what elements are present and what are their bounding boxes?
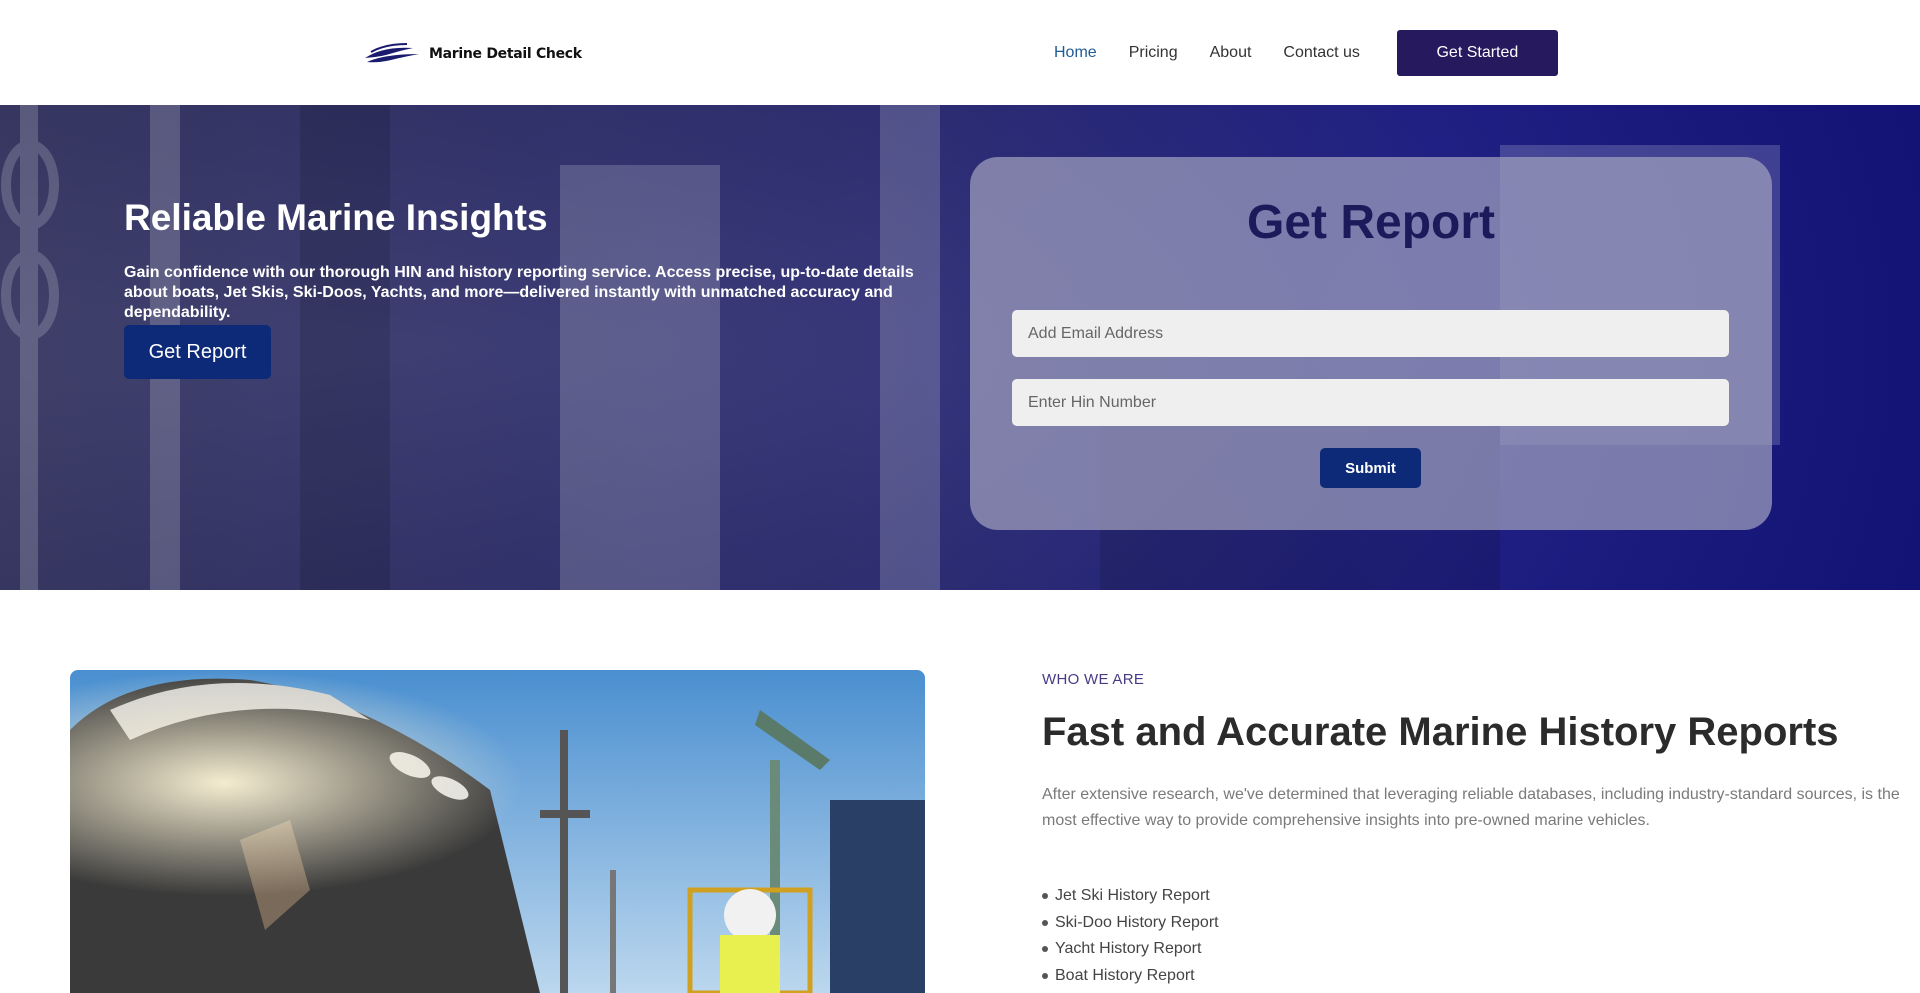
- nav-about[interactable]: About: [1210, 31, 1252, 75]
- section-description: After extensive research, we've determin…: [1042, 786, 1900, 829]
- hero-title: Reliable Marine Insights: [124, 197, 548, 238]
- section-title: Fast and Accurate Marine History Reports: [1042, 710, 1839, 754]
- email-field[interactable]: [1012, 310, 1729, 357]
- shipyard-image: [70, 670, 925, 993]
- hin-number-field[interactable]: [1012, 379, 1729, 426]
- get-started-button[interactable]: Get Started: [1396, 30, 1558, 76]
- list-item-label: Jet Ski History Report: [1055, 887, 1210, 904]
- ship-illustration: [70, 670, 925, 993]
- dot-icon: [1042, 946, 1048, 953]
- site-logo[interactable]: Marine Detail Check: [363, 40, 582, 68]
- nav-contact[interactable]: Contact us: [1283, 31, 1359, 75]
- nav-pricing[interactable]: Pricing: [1129, 31, 1178, 75]
- list-item: Jet Ski History Report: [1042, 883, 1219, 910]
- list-item-label: Boat History Report: [1055, 966, 1195, 984]
- dot-icon: [1042, 972, 1048, 979]
- submit-button[interactable]: Submit: [1320, 448, 1421, 488]
- report-types-list: Jet Ski History Report Ski-Doo History R…: [1042, 883, 1219, 989]
- boat-waves-logo-icon: [365, 43, 419, 63]
- list-item-label: Yacht History Report: [1055, 940, 1202, 957]
- site-header: Marine Detail Check Home Pricing About C…: [0, 0, 1920, 105]
- dot-icon: [1042, 893, 1048, 900]
- hero-section: Reliable Marine Insights Gain confidence…: [0, 105, 1920, 590]
- report-form-card: Get Report Submit: [970, 157, 1772, 530]
- main-nav: Home Pricing About Contact us Get Starte…: [1054, 30, 1558, 76]
- logo-text: Marine Detail Check: [429, 46, 582, 62]
- nav-home[interactable]: Home: [1054, 31, 1097, 75]
- report-form-title: Get Report: [1246, 196, 1495, 249]
- hero-description: Gain confidence with our thorough HIN an…: [124, 264, 914, 321]
- list-item: Ski-Doo History Report: [1042, 910, 1219, 937]
- list-item: Yacht History Report: [1042, 936, 1219, 963]
- list-item: Boat History Report: [1042, 963, 1219, 990]
- section-eyebrow: WHO WE ARE: [1042, 671, 1145, 688]
- list-item-label: Ski-Doo History Report: [1055, 913, 1219, 931]
- dot-icon: [1042, 919, 1048, 926]
- hero-get-report-button[interactable]: Get Report: [124, 325, 271, 379]
